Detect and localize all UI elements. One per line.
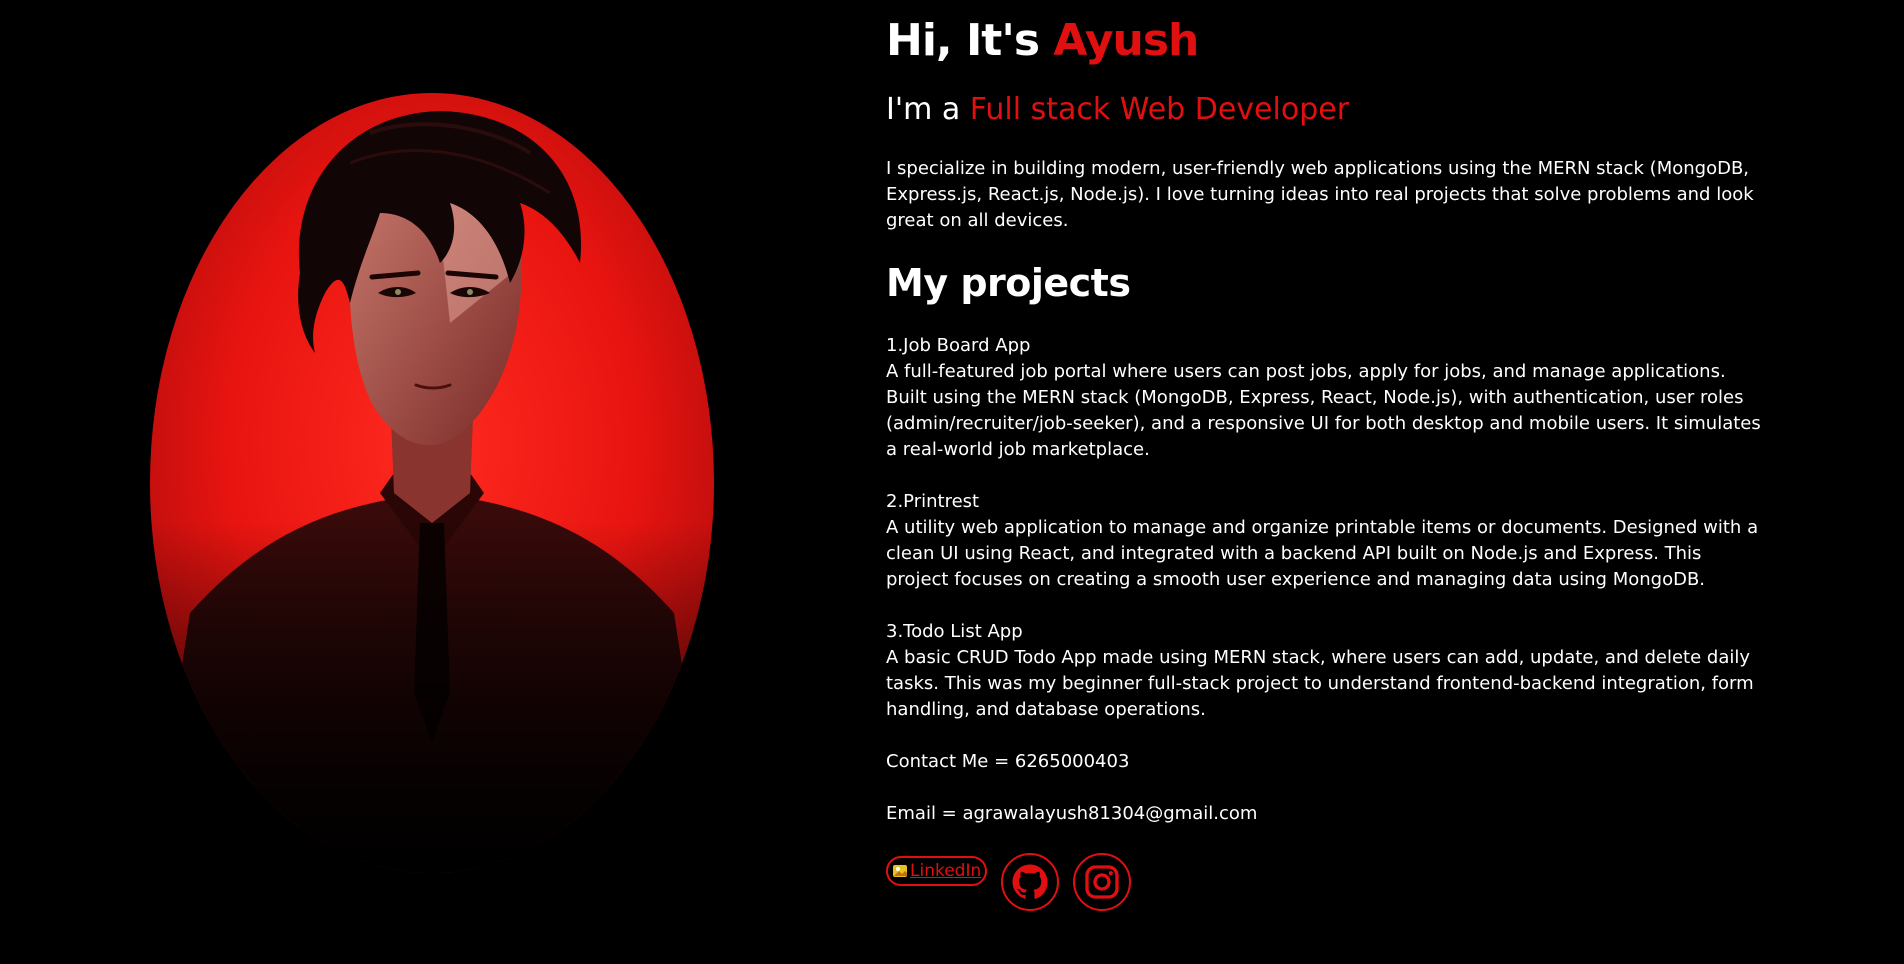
contact-phone: Contact Me = 6265000403 bbox=[886, 751, 1130, 772]
project-description: A full-featured job portal where users c… bbox=[886, 361, 1761, 460]
hero-role: I'm a Full stack Web Developer bbox=[886, 90, 1766, 130]
contact-email: Email = agrawalayush81304@gmail.com bbox=[886, 803, 1258, 824]
intro-paragraph: I specialize in building modern, user-fr… bbox=[886, 158, 1754, 231]
project-description: A utility web application to manage and … bbox=[886, 517, 1759, 590]
hero-title: Hi, It's Ayush bbox=[886, 12, 1766, 70]
hero-greeting: Hi, It's bbox=[886, 15, 1054, 66]
social-links: LinkedIn bbox=[886, 853, 1766, 911]
linkedin-link[interactable]: LinkedIn bbox=[886, 856, 988, 886]
portfolio-page: Hi, It's Ayush I'm a Full stack Web Deve… bbox=[0, 0, 1904, 964]
project-title: 2.Printrest bbox=[886, 491, 980, 512]
project-title: 3.Todo List App bbox=[886, 621, 1023, 642]
role-text: Full stack Web Developer bbox=[969, 92, 1350, 127]
github-link[interactable] bbox=[1001, 853, 1060, 911]
portrait-illustration bbox=[150, 93, 714, 873]
project-title: 1.Job Board App bbox=[886, 335, 1031, 356]
github-icon bbox=[1012, 864, 1048, 899]
instagram-icon bbox=[1085, 865, 1119, 899]
role-prefix: I'm a bbox=[886, 92, 970, 127]
projects-heading: My projects bbox=[886, 261, 1131, 305]
hero-name: Ayush bbox=[1053, 15, 1199, 66]
project-item: 3.Todo List App A basic CRUD Todo App ma… bbox=[886, 619, 1766, 723]
profile-portrait bbox=[150, 93, 714, 873]
linkedin-broken-image-icon bbox=[892, 862, 910, 880]
project-item: 2.Printrest A utility web application to… bbox=[886, 489, 1766, 593]
linkedin-label: LinkedIn bbox=[910, 861, 982, 881]
project-description: A basic CRUD Todo App made using MERN st… bbox=[886, 647, 1754, 720]
profile-content: Hi, It's Ayush I'm a Full stack Web Deve… bbox=[886, 0, 1766, 911]
instagram-link[interactable] bbox=[1073, 853, 1132, 911]
project-item: 1.Job Board App A full-featured job port… bbox=[886, 333, 1766, 463]
